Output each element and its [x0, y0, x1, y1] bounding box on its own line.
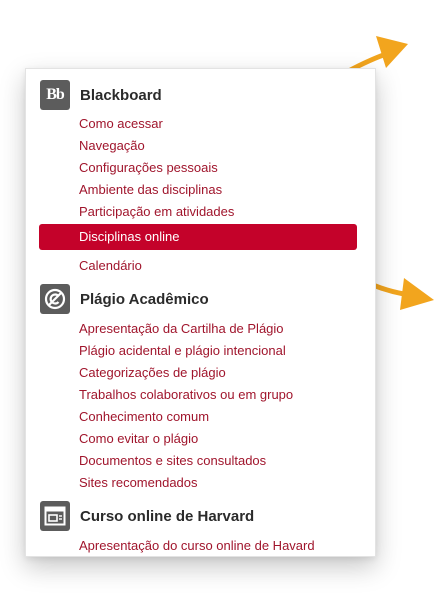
menu-item-categorizacoes[interactable]: Categorizações de plágio: [79, 365, 226, 381]
menu-item-como-acessar[interactable]: Como acessar: [79, 116, 163, 132]
menu-item-apresentacao-curso-harvard[interactable]: Apresentação do curso online de Havard: [79, 538, 315, 554]
blackboard-logo-text: Bb: [46, 86, 65, 103]
menu-item-disciplinas-online-active[interactable]: Disciplinas online: [39, 224, 357, 250]
menu-item-apresentacao-cartilha[interactable]: Apresentação da Cartilha de Plágio: [79, 321, 284, 337]
no-copyright-icon: [40, 284, 70, 314]
section-title: Plágio Acadêmico: [80, 290, 209, 308]
section-header-harvard: Curso online de Harvard: [40, 501, 254, 531]
menu-item-sites-recomendados[interactable]: Sites recomendados: [79, 475, 198, 491]
menu-item-trabalhos-colaborativos[interactable]: Trabalhos colaborativos ou em grupo: [79, 387, 293, 403]
section-title: Blackboard: [80, 86, 162, 104]
menu-item-conhecimento-comum[interactable]: Conhecimento comum: [79, 409, 209, 425]
browser-window-icon: [40, 501, 70, 531]
blackboard-logo-icon: Bb: [40, 80, 70, 110]
menu-item-configuracoes-pessoais[interactable]: Configurações pessoais: [79, 160, 218, 176]
menu-item-label: Disciplinas online: [79, 229, 180, 244]
menu-item-participacao-em-atividades[interactable]: Participação em atividades: [79, 204, 234, 220]
section-header-plagio: Plágio Acadêmico: [40, 284, 209, 314]
menu-item-calendario[interactable]: Calendário: [79, 258, 142, 274]
menu-item-ambiente-das-disciplinas[interactable]: Ambiente das disciplinas: [79, 182, 222, 198]
menu-item-plagio-acidental[interactable]: Plágio acidental e plágio intencional: [79, 343, 286, 359]
menu-item-documentos-sites[interactable]: Documentos e sites consultados: [79, 453, 266, 469]
menu-item-como-evitar[interactable]: Como evitar o plágio: [79, 431, 198, 447]
section-header-blackboard: Bb Blackboard: [40, 80, 162, 110]
navigation-menu-panel: Bb Blackboard Como acessar Navegação Con…: [25, 68, 376, 557]
menu-item-navegacao[interactable]: Navegação: [79, 138, 145, 154]
section-title: Curso online de Harvard: [80, 507, 255, 525]
